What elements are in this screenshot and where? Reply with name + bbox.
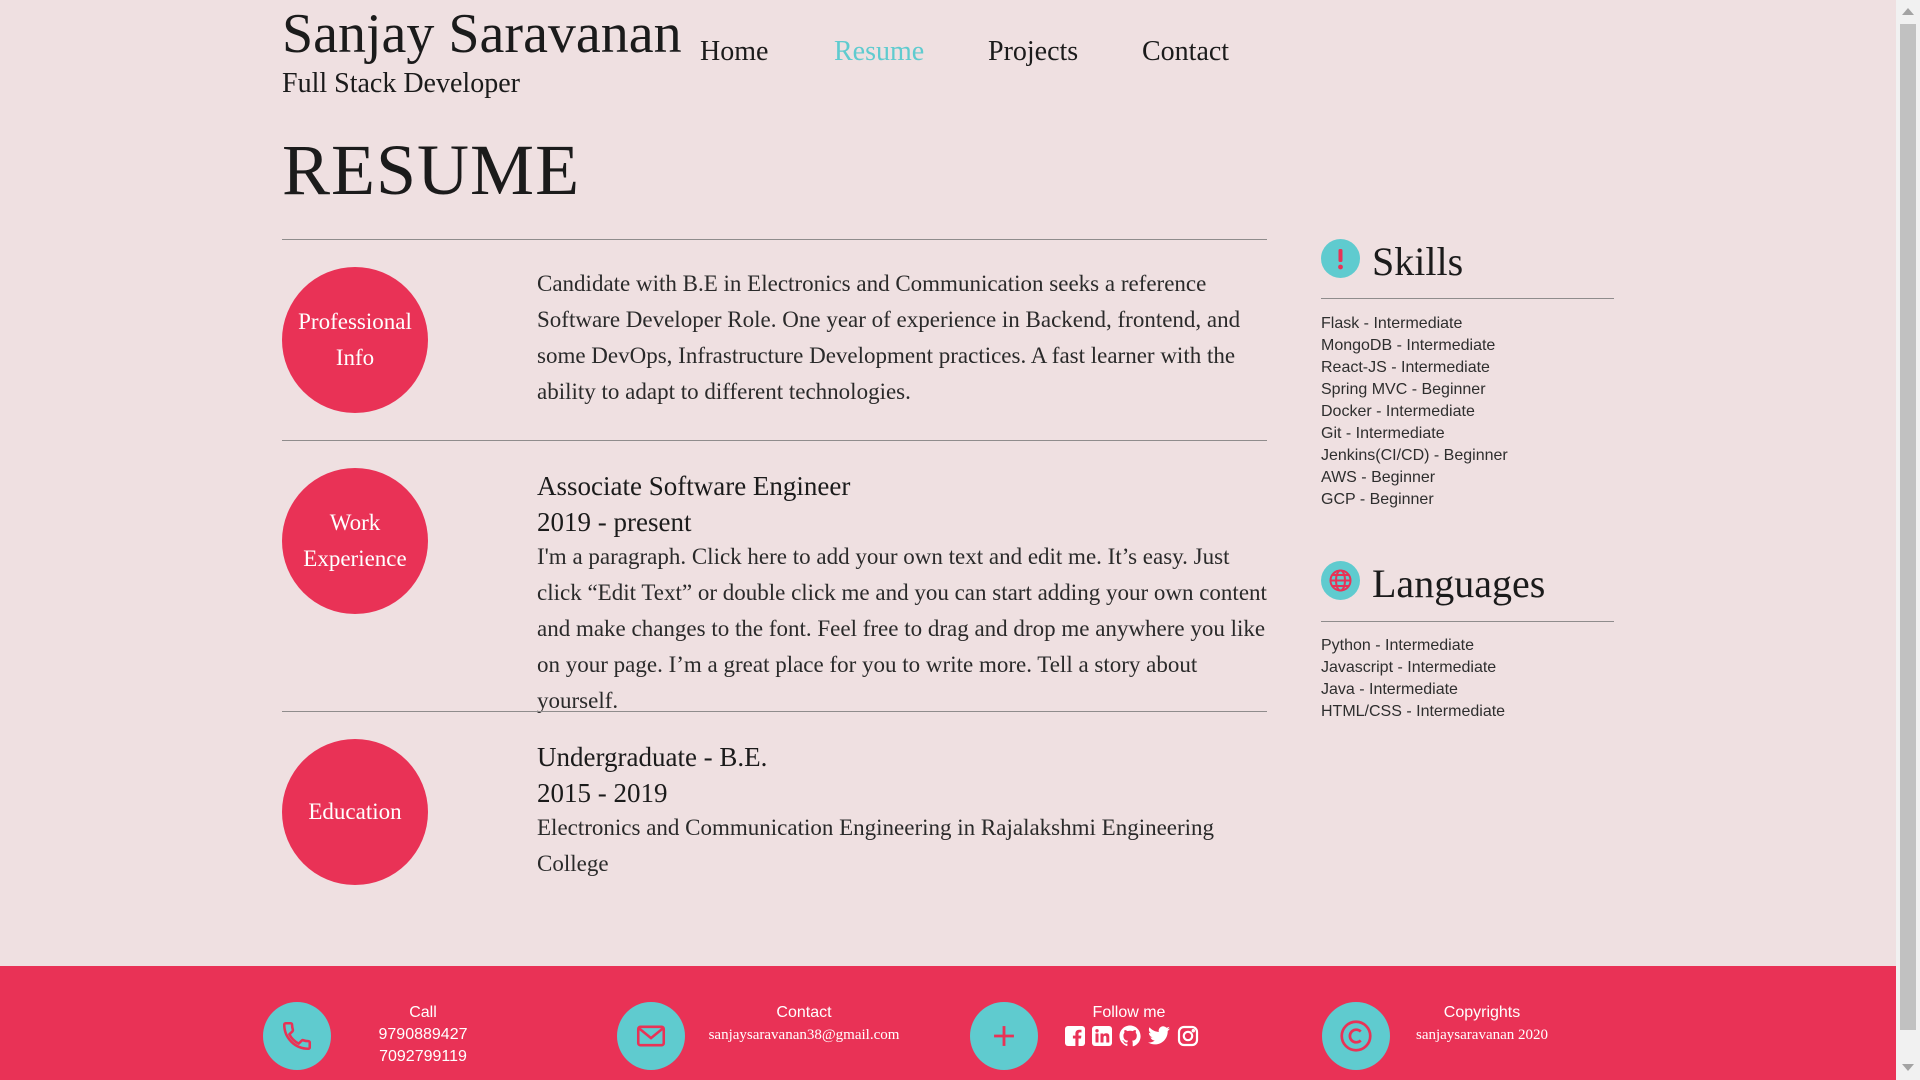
nav-contact[interactable]: Contact bbox=[1142, 34, 1229, 70]
facebook-icon[interactable] bbox=[1064, 1025, 1086, 1047]
professional-info-badge: Professional Info bbox=[282, 267, 428, 413]
email-link[interactable]: sanjaysaravanan38@gmail.com bbox=[709, 1024, 900, 1046]
list-item: Spring MVC - Beginner bbox=[1321, 381, 1486, 398]
list-item: React-JS - Intermediate bbox=[1321, 359, 1490, 376]
badge-label: Education bbox=[308, 799, 402, 824]
social-links bbox=[1064, 1024, 1200, 1048]
skills-list: Flask - Intermediate MongoDB - Intermedi… bbox=[1321, 313, 1508, 511]
education-text: Electronics and Communication Engineerin… bbox=[537, 815, 1215, 876]
divider bbox=[282, 440, 1267, 441]
phone-number[interactable]: 7092799119 bbox=[379, 1046, 467, 1068]
scroll-up-arrow[interactable] bbox=[1902, 8, 1914, 15]
follow-label: Follow me bbox=[1092, 1004, 1166, 1021]
phone-number[interactable]: 9790889427 bbox=[379, 1024, 468, 1046]
divider bbox=[1321, 298, 1614, 299]
badge-label: Professional bbox=[298, 309, 412, 334]
exclamation-icon bbox=[1321, 239, 1360, 278]
work-experience-badge: Work Experience bbox=[282, 468, 428, 614]
divider bbox=[282, 711, 1267, 712]
globe-icon bbox=[1321, 561, 1360, 600]
education-badge: Education bbox=[282, 739, 428, 885]
badge-label: Info bbox=[335, 345, 375, 370]
education-period: 2015 - 2019 bbox=[537, 778, 668, 808]
work-experience-text: I'm a paragraph. Click here to add your … bbox=[537, 544, 1267, 713]
twitter-icon[interactable] bbox=[1147, 1025, 1171, 1047]
nav-home[interactable]: Home bbox=[700, 34, 768, 70]
copyright-text: sanjaysaravanan 2020 bbox=[1415, 1027, 1549, 1043]
mail-icon[interactable] bbox=[617, 1002, 685, 1070]
footer: Call 9790889427 7092799119 Contact sanja… bbox=[0, 966, 1896, 1080]
list-item: HTML/CSS - Intermediate bbox=[1321, 703, 1506, 720]
skills-heading: Skills bbox=[1372, 239, 1464, 284]
site-tagline: Full Stack Developer bbox=[282, 68, 520, 99]
badge-label: Experience bbox=[303, 546, 407, 571]
resume-page: Sanjay Saravanan Full Stack Developer Ho… bbox=[0, 0, 1896, 1080]
linkedin-icon[interactable] bbox=[1091, 1025, 1113, 1047]
list-item: Python - Intermediate bbox=[1321, 637, 1474, 654]
scrollbar-thumb[interactable] bbox=[1900, 24, 1916, 1030]
list-item: MongoDB - Intermediate bbox=[1321, 337, 1496, 354]
education-title: Undergraduate - B.E. bbox=[537, 742, 768, 772]
professional-info-text: Candidate with B.E in Electronics and Co… bbox=[537, 271, 1241, 404]
list-item: Flask - Intermediate bbox=[1321, 315, 1463, 332]
copyright-icon bbox=[1322, 1002, 1390, 1070]
page-title: RESUME bbox=[282, 130, 581, 210]
list-item: AWS - Beginner bbox=[1321, 469, 1436, 486]
languages-heading: Languages bbox=[1372, 561, 1546, 606]
list-item: GCP - Beginner bbox=[1321, 491, 1434, 508]
copyright-label: Copyrights bbox=[1443, 1004, 1521, 1021]
job-title: Associate Software Engineer bbox=[537, 471, 851, 501]
badge-label: Work bbox=[329, 510, 381, 535]
list-item: Java - Intermediate bbox=[1321, 681, 1458, 698]
github-icon[interactable] bbox=[1118, 1024, 1142, 1048]
phone-icon[interactable] bbox=[263, 1002, 331, 1070]
job-period: 2019 - present bbox=[537, 507, 692, 537]
contact-label: Contact bbox=[776, 1004, 832, 1021]
instagram-icon[interactable] bbox=[1176, 1024, 1200, 1048]
nav-projects[interactable]: Projects bbox=[988, 34, 1078, 70]
list-item: Git - Intermediate bbox=[1321, 425, 1445, 442]
nav-resume[interactable]: Resume bbox=[834, 34, 924, 70]
list-item: Jenkins(CI/CD) - Beginner bbox=[1321, 447, 1508, 464]
scroll-down-arrow[interactable] bbox=[1902, 1064, 1914, 1071]
languages-list: Python - Intermediate Javascript - Inter… bbox=[1321, 635, 1505, 723]
divider bbox=[1321, 621, 1614, 622]
list-item: Docker - Intermediate bbox=[1321, 403, 1475, 420]
call-label: Call bbox=[409, 1004, 437, 1021]
divider bbox=[282, 239, 1267, 240]
plus-icon[interactable] bbox=[970, 1002, 1038, 1070]
list-item: Javascript - Intermediate bbox=[1321, 659, 1497, 676]
site-name[interactable]: Sanjay Saravanan bbox=[282, 2, 682, 66]
